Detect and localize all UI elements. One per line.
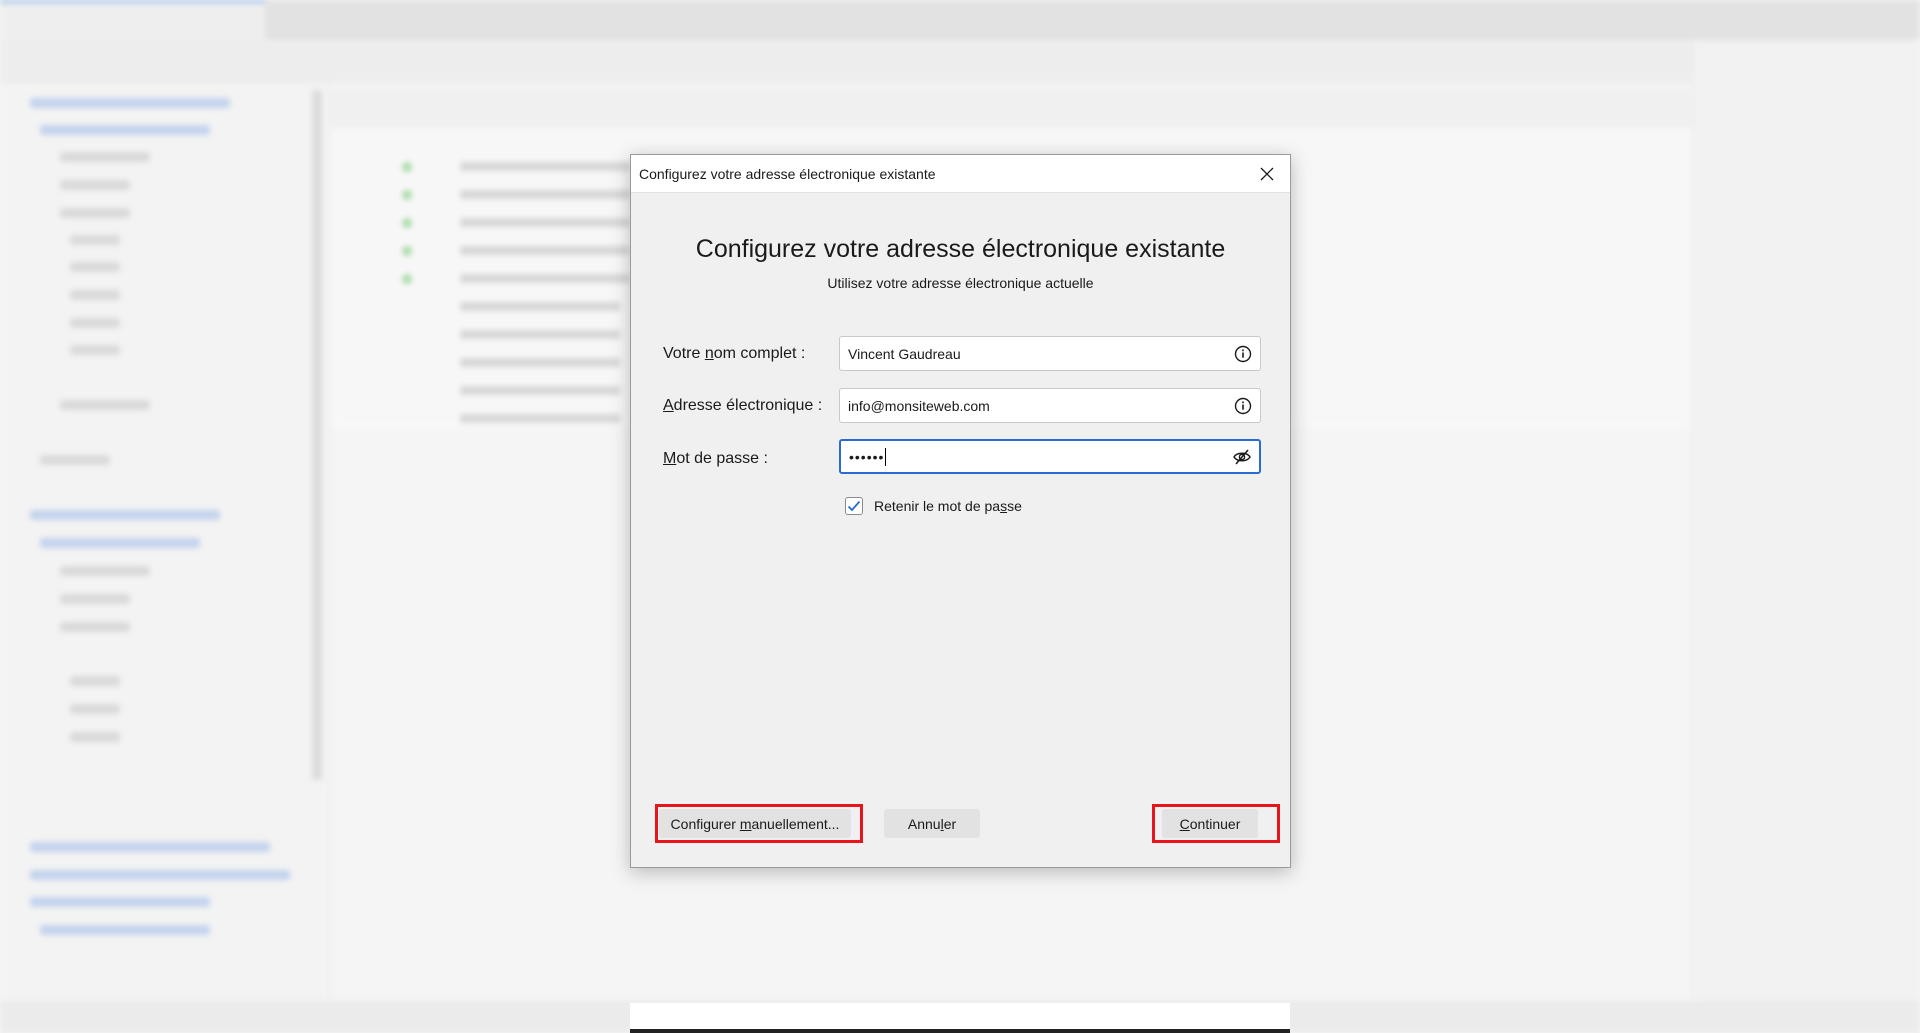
bg-row — [460, 246, 630, 255]
bg-row — [460, 190, 630, 199]
bg-dot — [402, 274, 412, 284]
continue-button[interactable]: Continuer — [1162, 809, 1258, 838]
bg-message-toolbar — [331, 88, 1691, 128]
email-input[interactable] — [840, 389, 1210, 422]
dialog-titlebar: Configurez votre adresse électronique ex… — [631, 155, 1290, 193]
bg-row — [460, 330, 620, 339]
bg-tree-line — [70, 345, 120, 355]
bg-row — [460, 218, 630, 227]
bg-tree-line — [30, 98, 230, 108]
remember-password-label: Retenir le mot de passe — [874, 498, 1022, 514]
bg-tree-line — [70, 704, 120, 714]
bg-tree-line — [70, 235, 120, 245]
info-icon[interactable] — [1233, 396, 1253, 416]
bg-tree-line — [60, 152, 150, 162]
bg-folder-sidebar — [0, 82, 330, 1002]
bg-dot — [402, 162, 412, 172]
manual-config-label: Configurer manuellement... — [670, 815, 840, 832]
cancel-label: Annuler — [907, 815, 957, 832]
eye-slash-icon[interactable] — [1232, 447, 1252, 467]
bg-row — [460, 358, 620, 367]
bg-tree-line — [60, 400, 150, 410]
bg-tab — [0, 0, 265, 40]
close-icon — [1260, 167, 1274, 181]
bg-tree-line — [60, 594, 130, 604]
close-button[interactable] — [1244, 155, 1290, 193]
bg-tree-line — [70, 732, 120, 742]
bg-tree-line — [60, 622, 130, 632]
bg-tree-line — [30, 510, 220, 520]
account-setup-dialog: Configurez votre adresse électronique ex… — [630, 154, 1291, 868]
bg-dot — [402, 246, 412, 256]
password-field-container: •••••• — [839, 439, 1261, 474]
bg-tree-line — [60, 566, 150, 576]
fullname-field-container — [839, 336, 1261, 371]
bg-row — [460, 414, 620, 423]
bg-tree-line — [40, 925, 210, 935]
bg-tree-line — [70, 318, 120, 328]
bg-row — [460, 274, 630, 283]
bg-dot — [402, 190, 412, 200]
text-caret — [885, 447, 887, 466]
password-label: Mot de passe : — [663, 450, 768, 467]
bg-tree-line — [40, 538, 200, 548]
bg-right-pane — [1692, 40, 1920, 1002]
dialog-subheading: Utilisez votre adresse électronique actu… — [827, 275, 1094, 291]
bg-row — [460, 386, 620, 395]
fullname-input[interactable] — [840, 337, 1210, 370]
bg-tree-line — [40, 125, 210, 135]
password-mask: •••••• — [849, 448, 885, 465]
bg-tree-line — [30, 870, 290, 880]
email-field-container — [839, 388, 1261, 423]
fullname-label: Votre nom complet : — [663, 345, 806, 362]
bg-titlebar — [0, 0, 1920, 40]
bg-dot — [402, 218, 412, 228]
bg-tree-line — [70, 290, 120, 300]
bg-tree-line — [60, 180, 130, 190]
manual-config-button[interactable]: Configurer manuellement... — [659, 809, 851, 838]
bg-window-strip — [630, 1003, 1290, 1033]
cancel-button[interactable]: Annuler — [884, 809, 980, 838]
info-icon[interactable] — [1233, 344, 1253, 364]
bg-tree-line — [60, 208, 130, 218]
bg-tree-line — [70, 676, 120, 686]
bg-row — [460, 162, 630, 171]
checkmark-icon — [847, 500, 861, 512]
dialog-heading: Configurez votre adresse électronique ex… — [695, 235, 1226, 263]
bg-tree-line — [30, 842, 270, 852]
bg-toolbar — [0, 40, 1920, 82]
dialog-window-title: Configurez votre adresse électronique ex… — [639, 166, 936, 182]
password-input[interactable]: •••••• — [841, 447, 1211, 466]
bg-tree-line — [40, 455, 110, 465]
bg-sidebar-scrollbar — [312, 90, 322, 780]
bg-tree-line — [30, 897, 210, 907]
remember-password-checkbox[interactable] — [845, 497, 863, 515]
bg-tree-line — [70, 262, 120, 272]
email-label: Adresse électronique : — [663, 397, 823, 414]
continue-label: Continuer — [1179, 815, 1241, 832]
bg-row — [460, 302, 620, 311]
remember-password-row[interactable]: Retenir le mot de passe — [845, 495, 1022, 517]
